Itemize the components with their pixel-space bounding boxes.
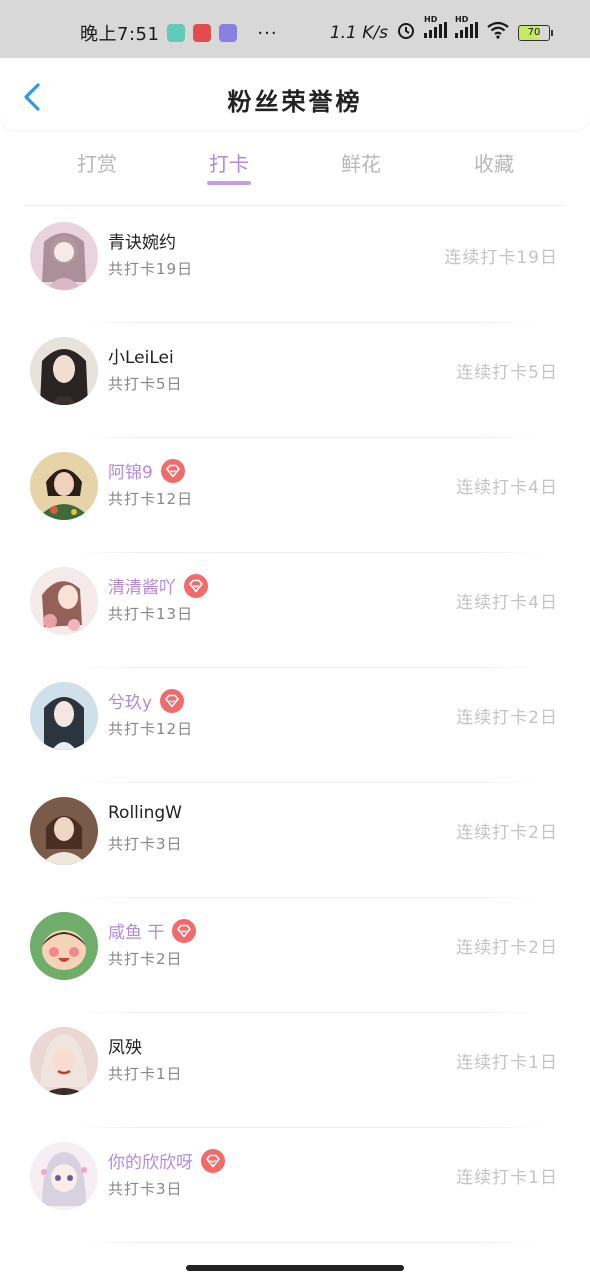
more-notifications-icon: ··· — [257, 22, 278, 44]
fan-name-line: 咸鱼 干 — [108, 918, 197, 943]
vip-diamond-icon — [184, 573, 208, 598]
fan-name: 你的欣欣呀 — [108, 1153, 193, 1173]
list-item[interactable]: 你的欣欣呀 共打卡3日 连续打卡1日 — [0, 1128, 590, 1243]
total-checkin: 共打卡19日 — [108, 260, 194, 278]
list-item[interactable]: 兮玖y 共打卡12日 连续打卡2日 — [0, 668, 590, 783]
fan-name: 小LeiLei — [108, 348, 174, 368]
avatar[interactable] — [30, 337, 98, 405]
fan-name: 咸鱼 干 — [108, 923, 165, 943]
fan-name-line: 清清酱吖 — [108, 573, 208, 598]
avatar[interactable] — [30, 682, 98, 750]
fan-name: 兮玖y — [108, 693, 153, 713]
app-notification-icon — [219, 24, 238, 42]
avatar[interactable] — [30, 567, 98, 635]
fan-name: 青诀婉约 — [108, 233, 176, 253]
home-indicator[interactable] — [186, 1265, 404, 1271]
avatar[interactable] — [30, 912, 98, 980]
total-checkin: 共打卡2日 — [108, 950, 183, 968]
total-checkin: 共打卡5日 — [108, 375, 183, 393]
streak-checkin: 连续打卡1日 — [456, 1053, 558, 1073]
tab-favorites[interactable]: 收藏 — [449, 148, 539, 177]
vip-diamond-icon — [172, 918, 197, 943]
status-bar-left: 晚上7:51 ··· — [80, 20, 278, 46]
fan-name-line: RollingW — [108, 803, 182, 823]
status-bar-right: 1.1 K/s HD HD 70 — [329, 15, 553, 45]
fan-name: 阿锦9 — [108, 463, 153, 483]
streak-checkin: 连续打卡2日 — [456, 708, 558, 728]
page-title: 粉丝荣誉榜 — [227, 88, 363, 116]
tab-flowers[interactable]: 鲜花 — [316, 148, 406, 177]
list-item[interactable]: 凤殃 共打卡1日 连续打卡1日 — [0, 1013, 590, 1128]
fan-name-line: 兮玖y — [108, 688, 185, 713]
wifi-icon — [486, 21, 510, 44]
streak-checkin: 连续打卡5日 — [456, 363, 558, 383]
tab-bar: 打赏 打卡 鲜花 收藏 — [0, 140, 590, 200]
avatar[interactable] — [30, 222, 98, 290]
total-checkin: 共打卡3日 — [108, 1180, 183, 1198]
total-checkin: 共打卡1日 — [108, 1065, 183, 1083]
avatar[interactable] — [30, 1027, 98, 1095]
alarm-icon — [396, 20, 416, 45]
avatar[interactable] — [30, 452, 98, 520]
list-item[interactable]: 青诀婉约 共打卡19日 连续打卡19日 — [0, 208, 590, 323]
list-item[interactable]: 阿锦9 共打卡12日 连续打卡4日 — [0, 438, 590, 553]
list-item[interactable]: 清清酱吖 共打卡13日 连续打卡4日 — [0, 553, 590, 668]
fan-name: 凤殃 — [108, 1038, 142, 1058]
tab-reward[interactable]: 打赏 — [52, 148, 142, 177]
divider — [70, 1242, 550, 1243]
fan-name-line: 凤殃 — [108, 1033, 142, 1058]
hd-label: HD — [455, 15, 469, 24]
fan-name-line: 小LeiLei — [108, 343, 174, 368]
streak-checkin: 连续打卡4日 — [456, 593, 558, 613]
signal-icon: HD — [455, 15, 478, 43]
status-time: 晚上7:51 — [80, 24, 160, 45]
tab-checkin[interactable]: 打卡 — [184, 148, 274, 177]
status-bar: 晚上7:51 ··· 1.1 K/s HD HD 70 — [0, 0, 590, 58]
total-checkin: 共打卡13日 — [108, 605, 194, 623]
header: 粉丝荣誉榜 — [0, 58, 590, 130]
fan-name-line: 你的欣欣呀 — [108, 1148, 225, 1173]
app-notification-icon — [167, 24, 186, 42]
fan-name-line: 阿锦9 — [108, 458, 185, 483]
list-item[interactable]: 咸鱼 干 共打卡2日 连续打卡2日 — [0, 898, 590, 1013]
app-notification-icon — [193, 24, 212, 42]
hd-label: HD — [424, 15, 438, 24]
list-item[interactable]: RollingW 共打卡3日 连续打卡2日 — [0, 783, 590, 898]
fan-name: 清清酱吖 — [108, 578, 176, 598]
total-checkin: 共打卡12日 — [108, 490, 194, 508]
network-speed: 1.1 K/s — [329, 22, 388, 43]
vip-diamond-icon — [160, 458, 185, 483]
streak-checkin: 连续打卡4日 — [456, 478, 558, 498]
list-item[interactable]: 小LeiLei 共打卡5日 连续打卡5日 — [0, 323, 590, 438]
signal-icon: HD — [424, 15, 447, 43]
total-checkin: 共打卡3日 — [108, 835, 183, 853]
avatar[interactable] — [30, 1142, 98, 1210]
divider — [24, 205, 566, 206]
streak-checkin: 连续打卡1日 — [456, 1168, 558, 1188]
battery-icon: 70 — [518, 24, 553, 41]
fan-list: 青诀婉约 共打卡19日 连续打卡19日 小LeiLei 共打卡5日 连续打卡5日… — [0, 208, 590, 1243]
streak-checkin: 连续打卡19日 — [444, 248, 558, 268]
fan-name-line: 青诀婉约 — [108, 228, 176, 253]
vip-diamond-icon — [160, 688, 185, 713]
vip-diamond-icon — [201, 1148, 225, 1173]
avatar[interactable] — [30, 797, 98, 865]
streak-checkin: 连续打卡2日 — [456, 938, 558, 958]
active-tab-indicator — [207, 181, 251, 185]
total-checkin: 共打卡12日 — [108, 720, 194, 738]
fan-name: RollingW — [108, 803, 182, 823]
streak-checkin: 连续打卡2日 — [456, 823, 558, 843]
